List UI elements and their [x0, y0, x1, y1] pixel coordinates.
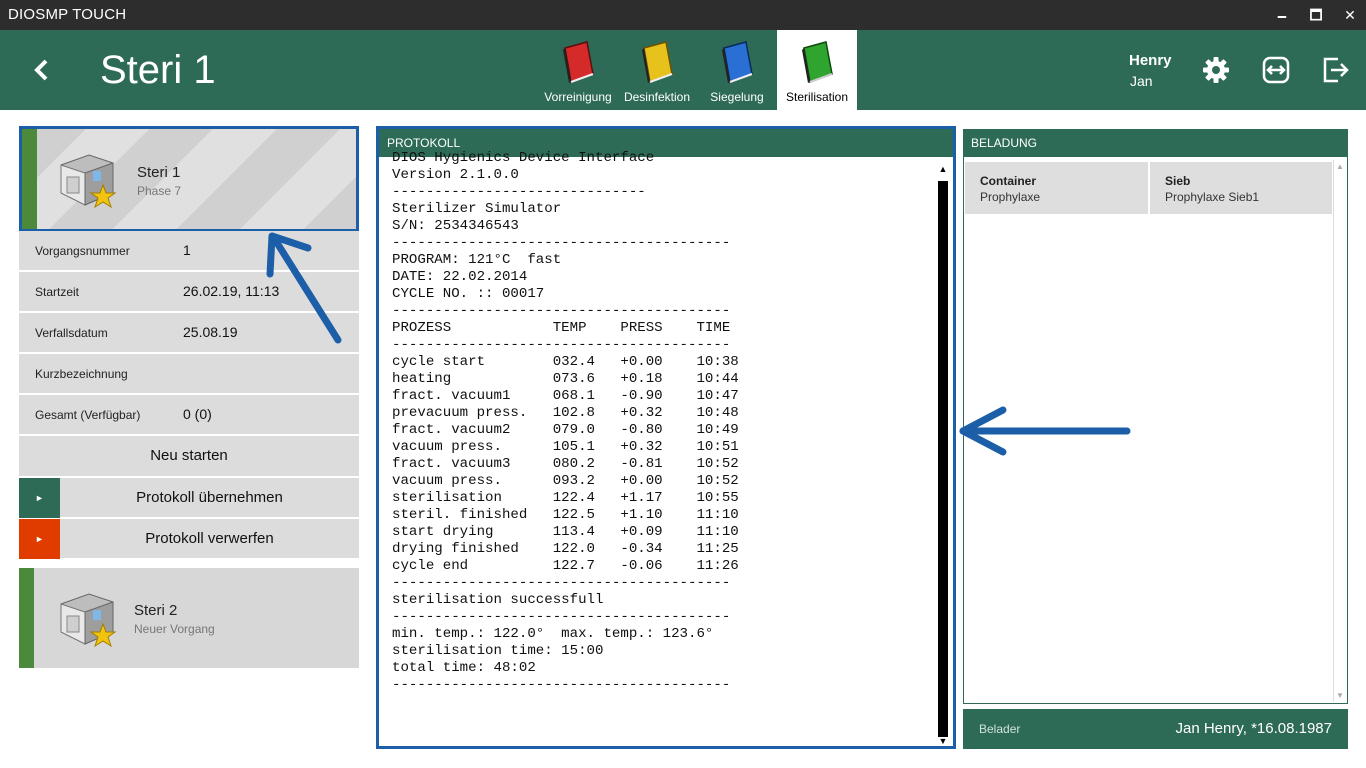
annotation-arrow-icon	[266, 232, 342, 344]
info-key: Verfallsdatum	[35, 326, 108, 340]
user-first-name: Henry	[1129, 52, 1172, 69]
protokoll-panel: PROTOKOLL DIOS Hygienics Device Interfac…	[376, 126, 956, 749]
play-icon: ►	[19, 478, 60, 518]
sterilizer-icon	[60, 593, 117, 648]
red-book-icon	[563, 41, 594, 84]
info-row-gesamt: Gesamt (Verfügbar) 0 (0)	[19, 395, 359, 435]
sieb-cell[interactable]: Sieb Prophylaxe Sieb1	[1150, 162, 1332, 214]
annotation-arrow-icon	[959, 406, 1131, 456]
steri-1-card[interactable]: Steri 1 Phase 7	[19, 126, 359, 232]
tab-desinfektion[interactable]: Desinfektion	[618, 30, 696, 110]
tab-label: Vorreinigung	[544, 90, 612, 104]
scroll-up-arrow-icon[interactable]: ▲	[1334, 162, 1346, 171]
cell-header: Container	[980, 174, 1037, 188]
green-book-icon	[802, 41, 833, 84]
protokoll-text[interactable]: DIOS Hygienics Device Interface Version …	[392, 150, 942, 738]
card-phase: Phase 7	[137, 184, 182, 198]
belader-bar: Belader Jan Henry, *16.08.1987	[963, 709, 1348, 749]
discard-protocol-label: Protokoll verwerfen	[145, 530, 274, 547]
card-name: Steri 2	[134, 602, 178, 619]
belader-value: Jan Henry, *16.08.1987	[1175, 720, 1333, 737]
beladung-header: BELADUNG	[963, 129, 1348, 157]
app-header: Steri 1 Vorreinigung Desinfektion Siegel…	[0, 30, 1366, 110]
remote-support-icon[interactable]	[1260, 54, 1292, 86]
blue-book-icon	[722, 41, 753, 84]
restart-button[interactable]: Neu starten	[19, 436, 359, 476]
card-name: Steri 1	[137, 164, 181, 181]
steri-2-card[interactable]: Steri 2 Neuer Vorgang	[19, 568, 359, 668]
info-value: 1	[183, 242, 191, 258]
gear-icon[interactable]	[1200, 54, 1232, 86]
close-window-button[interactable]: ✕	[1330, 3, 1366, 27]
restart-label: Neu starten	[150, 447, 228, 464]
discard-protocol-button[interactable]: ► Protokoll verwerfen	[19, 518, 359, 559]
tab-label: Sterilisation	[785, 90, 849, 104]
sterilizer-icon	[60, 154, 117, 209]
container-cell[interactable]: Container Prophylaxe	[965, 162, 1148, 214]
info-key: Startzeit	[35, 285, 80, 299]
accept-protocol-label: Protokoll übernehmen	[136, 489, 283, 506]
info-value: 25.08.19	[183, 324, 238, 340]
info-key: Gesamt (Verfügbar)	[35, 408, 141, 422]
protokoll-scrollbar[interactable]: ▲ ▼	[937, 161, 949, 747]
tab-siegelung[interactable]: Siegelung	[698, 30, 776, 110]
cell-value: Prophylaxe	[980, 190, 1041, 204]
tab-sterilisation[interactable]: Sterilisation	[777, 30, 857, 110]
card-phase: Neuer Vorgang	[134, 622, 215, 636]
user-info: Henry Jan	[1129, 52, 1172, 89]
tab-label: Desinfektion	[623, 90, 691, 104]
status-stripe	[22, 129, 37, 229]
info-key: Vorgangsnummer	[35, 244, 130, 258]
cell-value: Prophylaxe Sieb1	[1165, 190, 1260, 204]
status-stripe	[19, 568, 34, 668]
scroll-down-arrow-icon[interactable]: ▼	[1334, 691, 1346, 700]
cell-header: Sieb	[1165, 174, 1191, 188]
beladung-scrollbar[interactable]: ▲ ▼	[1333, 160, 1345, 702]
window-titlebar: DIOSMP TOUCH 🗕 🗖 ✕	[0, 0, 1366, 30]
back-arrow-icon[interactable]	[22, 50, 62, 90]
info-row-kurzbezeichnung: Kurzbezeichnung	[19, 354, 359, 394]
window-title: DIOSMP TOUCH	[8, 6, 127, 23]
yellow-book-icon	[642, 41, 673, 84]
tab-vorreinigung[interactable]: Vorreinigung	[539, 30, 617, 110]
scroll-down-arrow-icon[interactable]: ▼	[937, 735, 949, 747]
page-title: Steri 1	[100, 48, 216, 92]
info-key: Kurzbezeichnung	[35, 367, 128, 381]
user-last-name: Jan	[1130, 73, 1153, 89]
scroll-up-arrow-icon[interactable]: ▲	[937, 163, 949, 175]
accept-protocol-button[interactable]: ► Protokoll übernehmen	[19, 477, 359, 518]
scrollbar-thumb[interactable]	[938, 181, 948, 737]
play-icon: ►	[19, 519, 60, 559]
logout-icon[interactable]	[1320, 54, 1352, 86]
info-value: 0 (0)	[183, 406, 212, 422]
tab-label: Siegelung	[710, 90, 764, 104]
belader-label: Belader	[979, 722, 1021, 736]
